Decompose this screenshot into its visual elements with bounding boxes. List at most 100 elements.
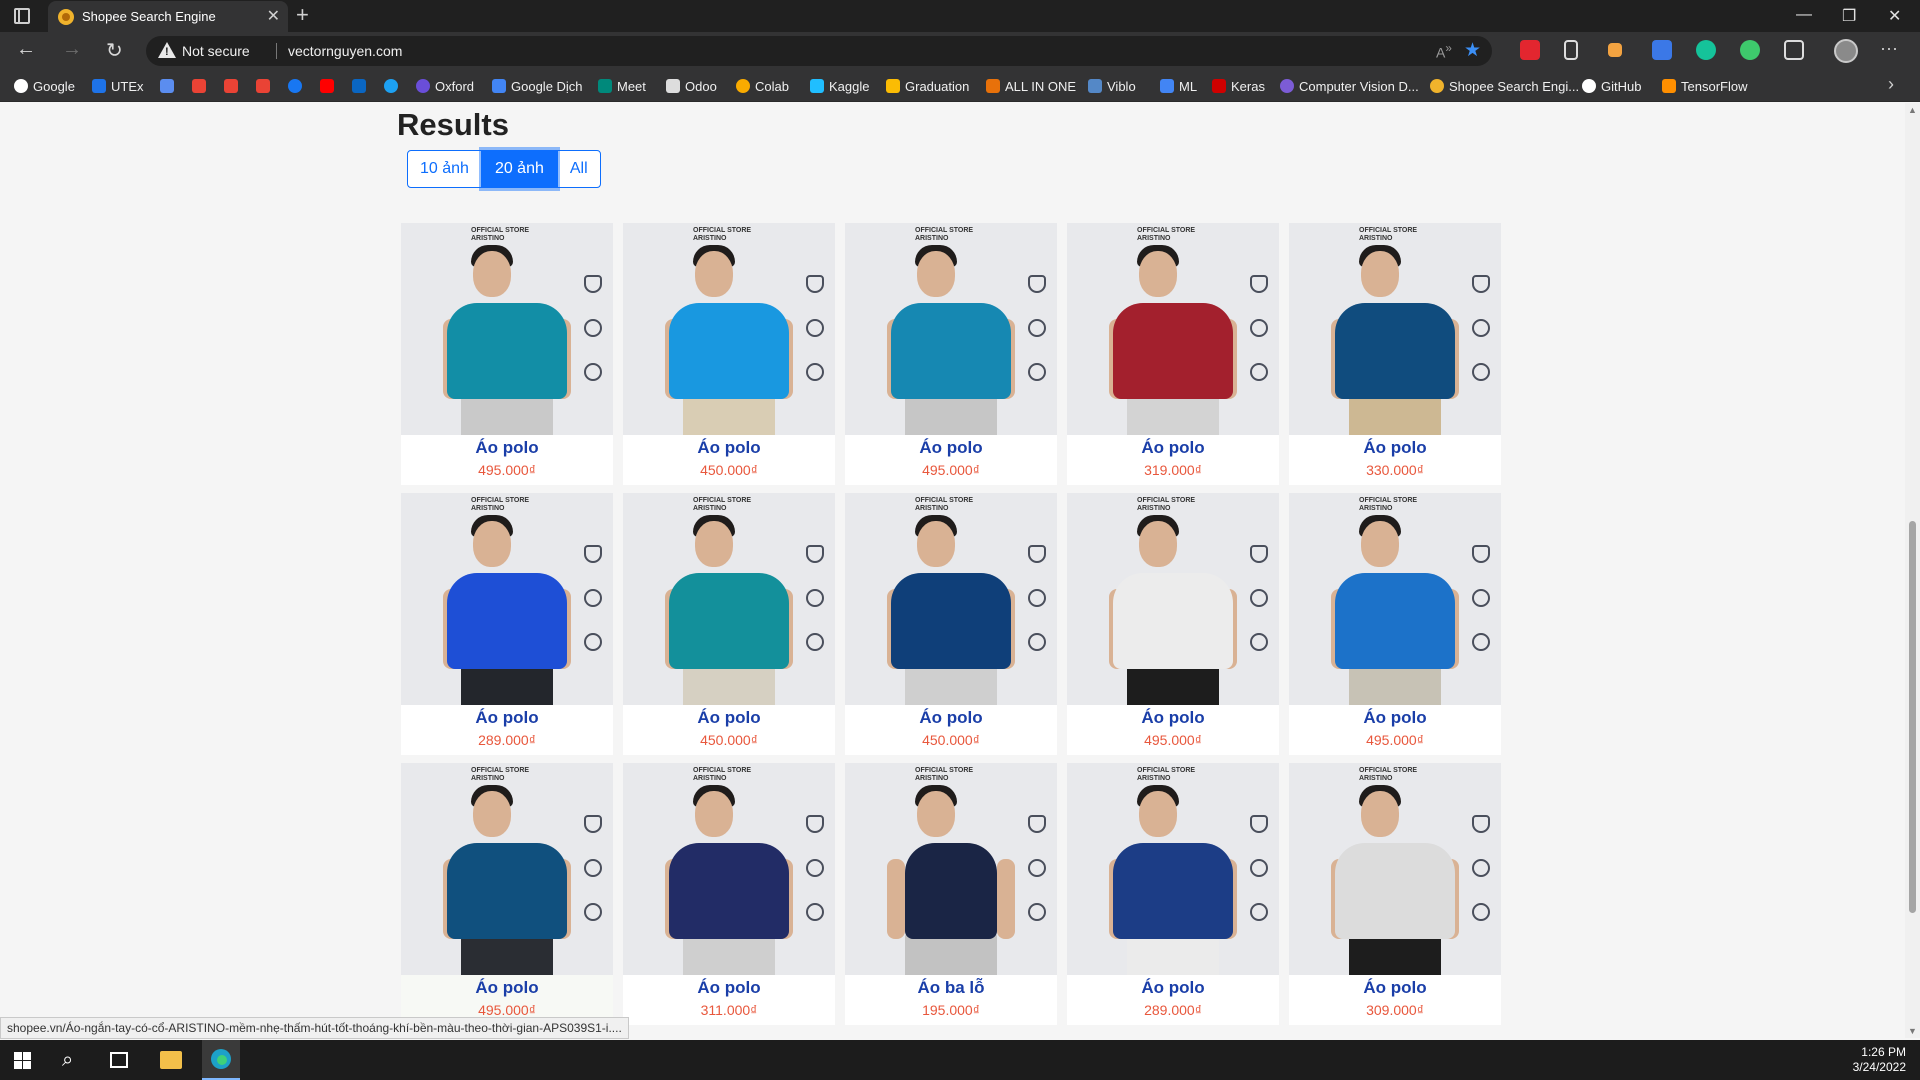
bookmark-facebook[interactable] [288,76,302,96]
product-name[interactable]: Áo polo [401,438,613,458]
product-card[interactable]: OFFICIAL STORE ARISTINO Áo polo 495.000₫ [401,763,613,1025]
forward-icon[interactable]: → [62,38,82,61]
tab-shopee-search-engine[interactable]: Shopee Search Engine ✕ [48,1,288,32]
bookmark-all-in-one[interactable]: ALL IN ONE [986,76,1076,96]
edge-taskbar-button[interactable] [202,1040,240,1080]
bookmark-ml[interactable]: ML [1160,76,1197,96]
product-image[interactable]: OFFICIAL STORE ARISTINO [1067,763,1279,975]
product-card[interactable]: OFFICIAL STORE ARISTINO Áo polo 495.000₫ [1067,493,1279,755]
product-image[interactable]: OFFICIAL STORE ARISTINO [1289,763,1501,975]
product-image[interactable]: OFFICIAL STORE ARISTINO [401,763,613,975]
product-image[interactable]: OFFICIAL STORE ARISTINO [1067,223,1279,435]
system-clock[interactable]: 1:26 PM 3/24/2022 [1853,1045,1906,1075]
filter-all-button[interactable]: All [556,150,601,188]
grammarly-extension-icon[interactable] [1696,40,1716,60]
profile-avatar[interactable] [1834,39,1858,63]
bookmark-utex[interactable]: UTEx [92,76,144,96]
bookmark-twitter[interactable] [384,76,398,96]
product-card[interactable]: OFFICIAL STORE ARISTINO Áo polo 289.000₫ [401,493,613,755]
translate-extension-icon[interactable] [1652,40,1672,60]
product-name[interactable]: Áo polo [1289,438,1501,458]
filter-20-button[interactable]: 20 ảnh [481,150,557,188]
scroll-up-icon[interactable]: ▲ [1908,105,1917,115]
bookmark-keras[interactable]: Keras [1212,76,1265,96]
product-image[interactable]: OFFICIAL STORE ARISTINO [401,493,613,705]
bookmark-shopee-search[interactable]: Shopee Search Engi... [1430,76,1579,96]
read-aloud-icon[interactable]: A» [1436,42,1452,61]
product-card[interactable]: OFFICIAL STORE ARISTINO Áo polo 319.000₫ [1067,223,1279,485]
extensions-puzzle-icon[interactable] [1784,40,1804,60]
product-card[interactable]: OFFICIAL STORE ARISTINO Áo polo 330.000₫ [1289,223,1501,485]
bookmark-linkedin[interactable] [352,76,366,96]
bookmark-viblo[interactable]: Viblo [1088,76,1136,96]
task-view-icon[interactable] [110,1052,128,1068]
product-image[interactable]: OFFICIAL STORE ARISTINO [623,493,835,705]
product-image[interactable]: OFFICIAL STORE ARISTINO [1067,493,1279,705]
product-card[interactable]: OFFICIAL STORE ARISTINO Áo polo 450.000₫ [845,493,1057,755]
product-image[interactable]: OFFICIAL STORE ARISTINO [1289,493,1501,705]
restore-icon[interactable]: ❐ [1842,6,1856,26]
page-scrollbar[interactable]: ▲ ▼ [1905,103,1920,1038]
product-name[interactable]: Áo polo [1289,978,1501,998]
bookmark-tensorflow[interactable]: TensorFlow [1662,76,1747,96]
more-options-icon[interactable]: ··· [1880,38,1898,59]
product-name[interactable]: Áo polo [401,708,613,728]
scroll-thumb[interactable] [1909,521,1916,913]
security-label[interactable]: Not secure [182,43,250,59]
product-name[interactable]: Áo polo [623,708,835,728]
product-card[interactable]: OFFICIAL STORE ARISTINO Áo polo 495.000₫ [845,223,1057,485]
bookmark-github[interactable]: GitHub [1582,76,1641,96]
chevron-right-icon[interactable]: › [1888,74,1894,95]
product-card[interactable]: OFFICIAL STORE ARISTINO Áo polo 450.000₫ [623,223,835,485]
product-image[interactable]: OFFICIAL STORE ARISTINO [1289,223,1501,435]
product-name[interactable]: Áo polo [1067,438,1279,458]
bookmark-r[interactable] [160,76,174,96]
product-card[interactable]: OFFICIAL STORE ARISTINO Áo polo 289.000₫ [1067,763,1279,1025]
product-card[interactable]: OFFICIAL STORE ARISTINO Áo polo 311.000₫ [623,763,835,1025]
close-window-icon[interactable]: ✕ [1888,6,1901,26]
product-card[interactable]: OFFICIAL STORE ARISTINO Áo ba lỗ 195.000₫ [845,763,1057,1025]
product-card[interactable]: OFFICIAL STORE ARISTINO Áo polo 450.000₫ [623,493,835,755]
bookmark-graduation[interactable]: Graduation [886,76,969,96]
scroll-down-icon[interactable]: ▼ [1908,1026,1917,1036]
bookmark-youtube[interactable] [320,76,334,96]
favorite-star-icon[interactable]: ★ [1464,39,1481,62]
product-name[interactable]: Áo polo [845,438,1057,458]
mate-extension-icon[interactable] [1740,40,1760,60]
bookmark-computer-vision[interactable]: Computer Vision D... [1280,76,1419,96]
product-card[interactable]: OFFICIAL STORE ARISTINO Áo polo 495.000₫ [401,223,613,485]
bookmark-meet[interactable]: Meet [598,76,646,96]
product-image[interactable]: OFFICIAL STORE ARISTINO [401,223,613,435]
product-image[interactable]: OFFICIAL STORE ARISTINO [623,223,835,435]
product-name[interactable]: Áo polo [623,438,835,458]
product-name[interactable]: Áo polo [845,708,1057,728]
search-icon[interactable]: ⌕ [62,1049,73,1072]
address-bar[interactable]: ! Not secure vectornguyen.com A» ★ [146,36,1492,66]
url-text[interactable]: vectornguyen.com [288,43,402,59]
product-name[interactable]: Áo ba lỗ [845,978,1057,998]
back-icon[interactable]: ← [16,38,36,61]
close-tab-icon[interactable]: ✕ [267,6,280,26]
bookmark-gmail-1[interactable] [192,76,206,96]
product-name[interactable]: Áo polo [1289,708,1501,728]
adblock-extension-icon[interactable] [1520,40,1540,60]
bookmark-colab[interactable]: Colab [736,76,789,96]
reading-extension-icon[interactable] [1564,40,1578,60]
product-image[interactable]: OFFICIAL STORE ARISTINO [845,763,1057,975]
filter-10-button[interactable]: 10 ảnh [407,150,482,188]
product-image[interactable]: OFFICIAL STORE ARISTINO [845,493,1057,705]
bookmark-oxford[interactable]: Oxford [416,76,474,96]
refresh-icon[interactable]: ↻ [106,38,123,63]
bookmark-google[interactable]: Google [14,76,75,96]
product-name[interactable]: Áo polo [1067,708,1279,728]
bookmark-extension-icon[interactable] [1608,43,1622,57]
minimize-icon[interactable]: — [1796,6,1812,24]
bookmark-kaggle[interactable]: Kaggle [810,76,869,96]
start-icon[interactable] [14,1052,31,1069]
product-image[interactable]: OFFICIAL STORE ARISTINO [845,223,1057,435]
tab-actions-icon[interactable] [14,8,30,24]
product-name[interactable]: Áo polo [1067,978,1279,998]
warning-icon[interactable]: ! [158,42,176,58]
product-card[interactable]: OFFICIAL STORE ARISTINO Áo polo 495.000₫ [1289,493,1501,755]
product-image[interactable]: OFFICIAL STORE ARISTINO [623,763,835,975]
